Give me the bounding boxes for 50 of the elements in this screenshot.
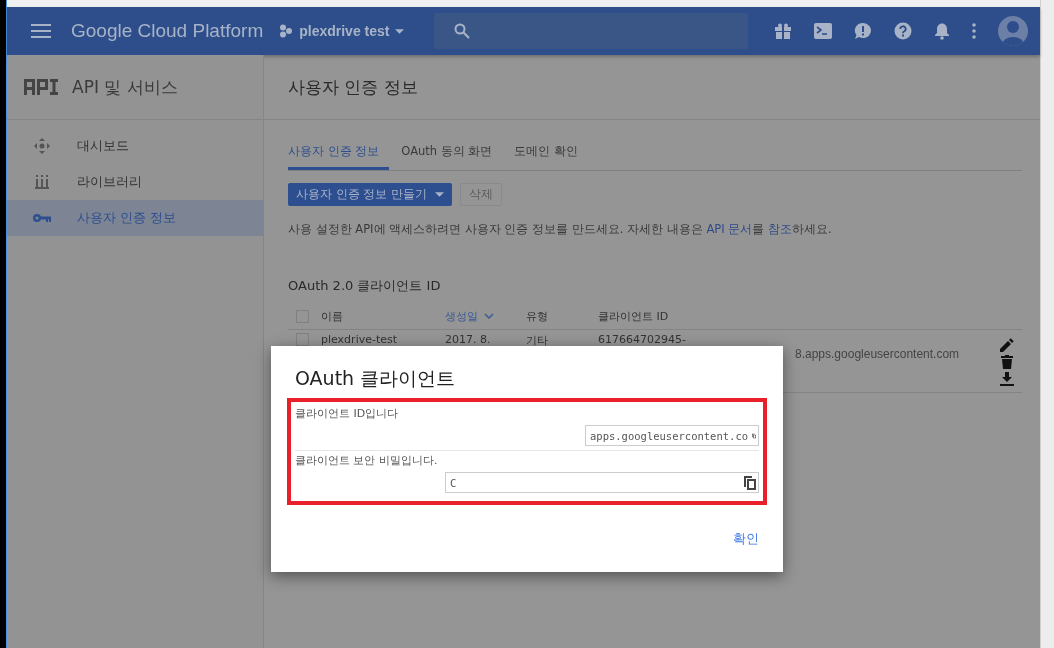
dashboard-icon — [33, 138, 51, 154]
column-header[interactable]: 생성일 — [445, 308, 526, 324]
delete-icon[interactable] — [1001, 355, 1013, 369]
product-name[interactable]: Google Cloud Platform — [71, 20, 264, 42]
tab[interactable]: 사용자 인증 정보 — [288, 140, 390, 170]
avatar-icon[interactable] — [998, 16, 1029, 46]
help-icon[interactable] — [894, 22, 913, 40]
menu-icon[interactable] — [31, 24, 51, 38]
field-label: 클라이언트 보안 비밀입니다. — [295, 450, 759, 472]
download-icon[interactable] — [1000, 372, 1014, 386]
dialog-title: OAuth 클라이언트 — [294, 366, 457, 391]
table-cell-text: plexdrive-test — [321, 333, 399, 346]
column-header[interactable]: 유형 — [526, 308, 598, 324]
sort-down-icon — [484, 313, 494, 319]
sidebar-item[interactable]: 대시보드 — [7, 128, 263, 164]
search-field[interactable] — [434, 13, 749, 49]
row-checkbox[interactable] — [296, 333, 309, 346]
description-text: 사용 설정한 API에 액세스하려면 사용자 인증 정보를 만드세요. 자세한 내용은 API 문서를 참조하세요. — [288, 222, 833, 237]
sidebar-item[interactable]: 사용자 인증 정보 — [7, 200, 263, 236]
library-icon — [33, 175, 51, 189]
caret-icon — [395, 28, 405, 34]
table-cell-text: 617664702945- — [598, 333, 687, 346]
tab[interactable]: 도메인 확인 — [514, 140, 589, 170]
column-header[interactable]: 이름 — [321, 308, 445, 324]
table-cell-text: 2017. 8. — [445, 333, 492, 346]
input-field[interactable]: C — [445, 472, 759, 493]
more-icon[interactable] — [972, 23, 977, 39]
terminal-icon[interactable] — [814, 23, 833, 39]
project-selector[interactable]: plexdrive test — [279, 23, 405, 39]
input-field[interactable]: apps.googleusercontent.co — [585, 425, 759, 446]
table-cell-text: 기타 — [526, 333, 549, 348]
search-icon — [454, 23, 471, 39]
field-label: 클라이언트 ID입니다 — [295, 406, 400, 422]
key-icon — [33, 213, 51, 223]
page-title: 사용자 인증 정보 — [288, 75, 418, 99]
column-header[interactable]: 클라이언트 ID — [598, 308, 708, 324]
api-icon — [24, 77, 58, 97]
sidebar-item[interactable]: 라이브러리 — [7, 164, 263, 200]
section-title: OAuth 2.0 클라이언트 ID — [288, 277, 442, 295]
feedback-icon[interactable] — [854, 22, 873, 40]
edit-icon[interactable] — [1000, 338, 1014, 352]
sidebar-title: API 및 서비스 — [72, 75, 178, 99]
gift-icon[interactable] — [774, 23, 793, 39]
tab[interactable]: OAuth 동의 화면 — [401, 140, 503, 170]
caret-icon — [434, 192, 444, 197]
table-cell: 8.apps.googleusercontent.com — [795, 347, 960, 361]
dots-icon — [279, 24, 294, 38]
bell-icon[interactable] — [934, 22, 951, 40]
ok-button[interactable]: 확인 — [729, 525, 763, 552]
create-credentials-button[interactable]: 사용자 인증 정보 만들기 — [288, 183, 452, 206]
